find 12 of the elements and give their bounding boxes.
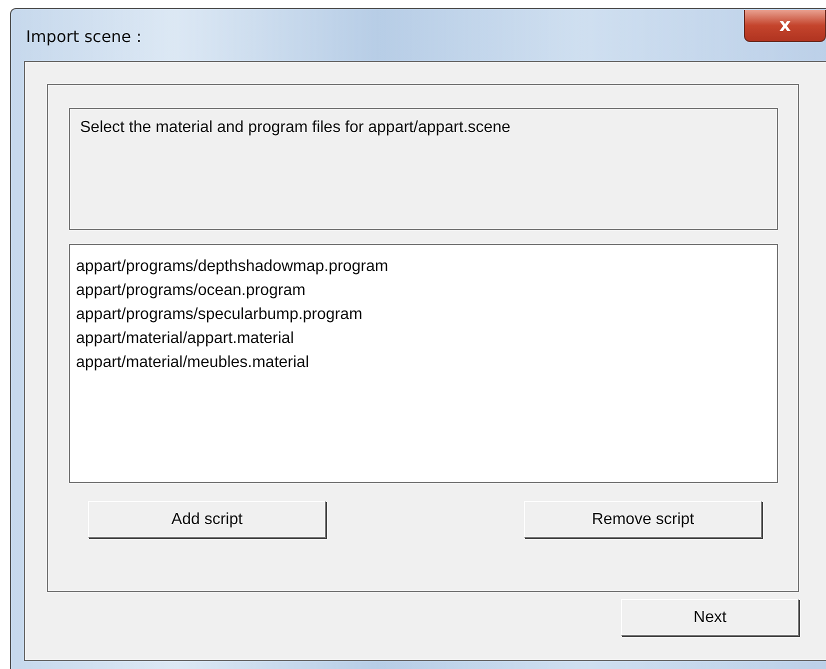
file-list-item[interactable]: appart/programs/depthshadowmap.program (76, 255, 771, 279)
file-list-item[interactable]: appart/material/appart.material (76, 327, 771, 351)
file-list-item[interactable]: appart/material/meubles.material (76, 351, 771, 375)
remove-script-button[interactable]: Remove script (524, 501, 762, 538)
message-text: Select the material and program files for appart/appart.scene (80, 119, 510, 136)
next-button[interactable]: Next (621, 599, 799, 636)
file-list-item[interactable]: appart/programs/specularbump.program (76, 303, 771, 327)
add-script-button[interactable]: Add script (88, 501, 326, 538)
window-title: Import scene : (26, 27, 142, 46)
file-list[interactable]: appart/programs/depthshadowmap.program appart/programs/ocean.program appart/programs/specularbump.program appart/material/appart.material appart/material/meubles.material (69, 244, 778, 483)
file-list-item[interactable]: appart/programs/ocean.program (76, 279, 771, 303)
close-button[interactable]: x (744, 10, 826, 42)
